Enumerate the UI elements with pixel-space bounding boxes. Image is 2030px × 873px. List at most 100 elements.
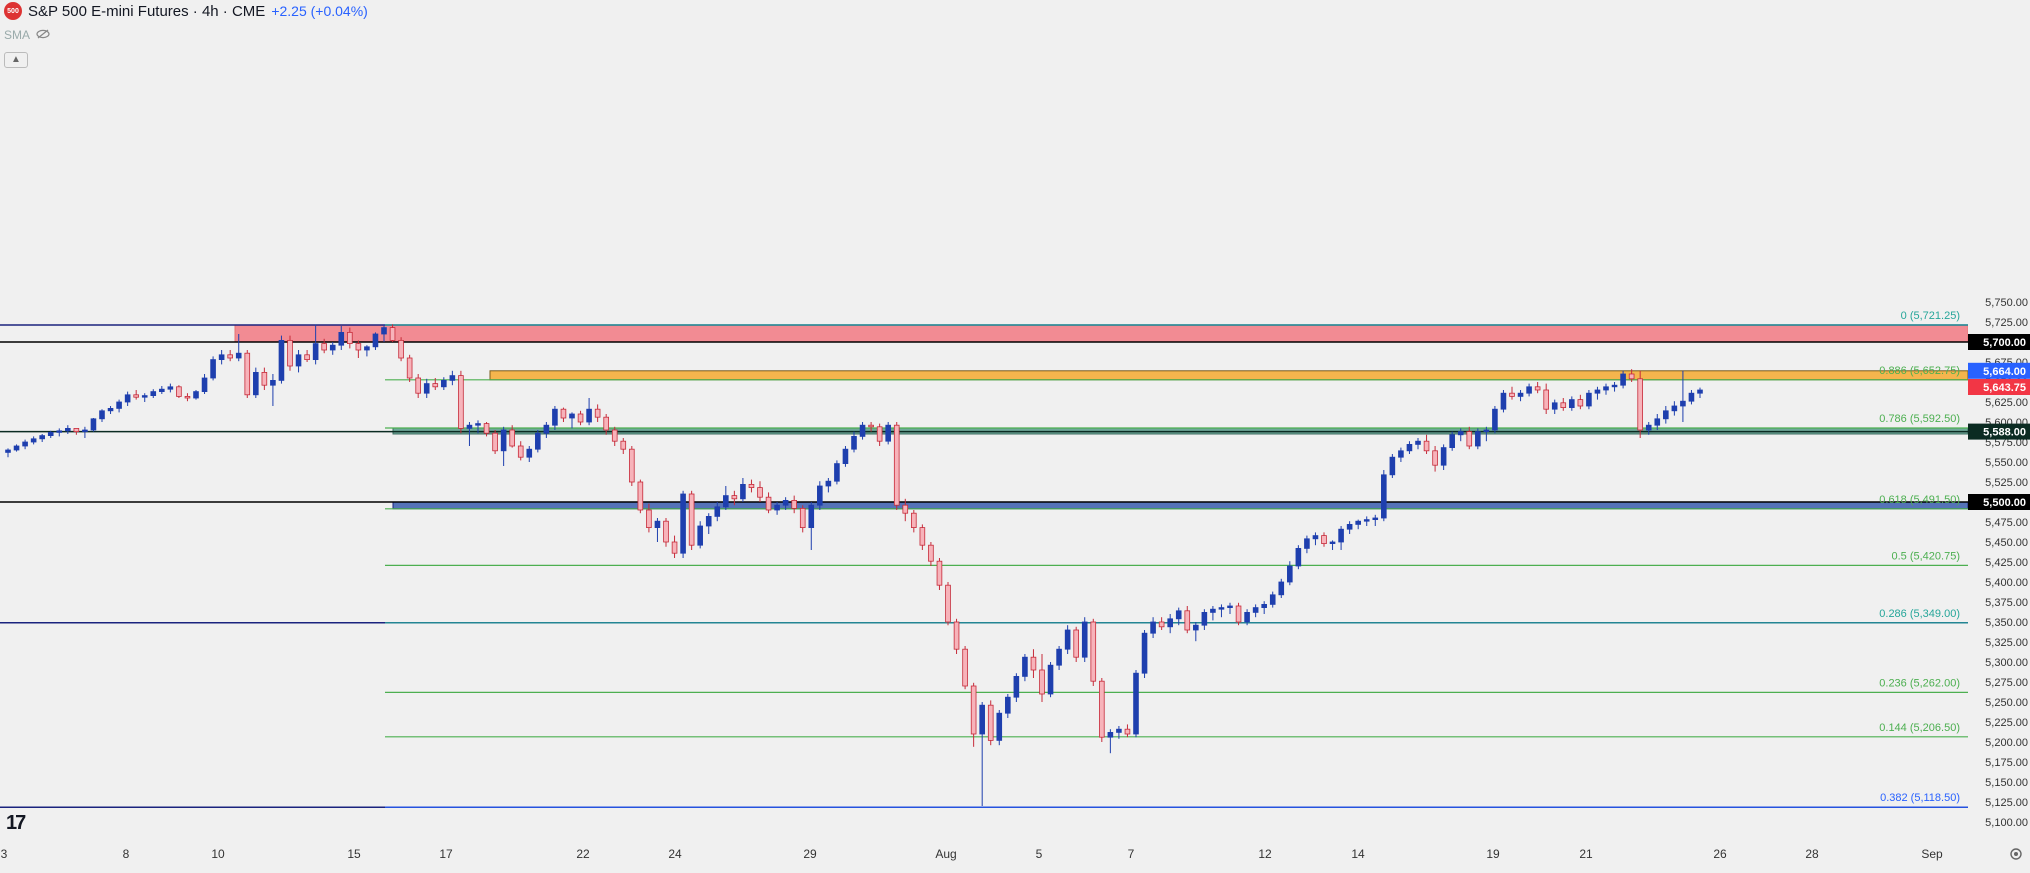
candle-body — [1005, 696, 1011, 714]
candle — [500, 426, 507, 466]
candle-body — [500, 429, 507, 452]
symbol-title[interactable]: S&P 500 E-mini Futures · 4h · CME — [28, 3, 265, 20]
candle-body — [1193, 624, 1199, 631]
indicator-name[interactable]: SMA — [4, 28, 30, 42]
fib-level-label: 0.886 (5,652.75) — [1879, 365, 1960, 377]
candle — [876, 423, 883, 446]
candle — [1073, 626, 1079, 662]
price-tick-label: 5,625.00 — [1985, 397, 2028, 409]
candle-body — [1022, 656, 1028, 677]
candle — [1252, 604, 1259, 618]
candle — [1039, 654, 1045, 702]
candle-body — [535, 432, 541, 450]
candle-body — [1150, 621, 1156, 634]
candle — [1158, 617, 1165, 630]
candle-body — [1064, 629, 1071, 650]
time-tick-label: 24 — [668, 847, 682, 861]
price-tick-label: 5,300.00 — [1985, 657, 2028, 669]
candle-body — [663, 520, 669, 543]
candle — [1671, 401, 1678, 416]
candle-body — [1312, 535, 1319, 540]
candle-body — [526, 448, 533, 458]
candle-body — [996, 712, 1003, 741]
candle — [1363, 516, 1370, 526]
candle — [218, 350, 225, 365]
time-axis[interactable]: 3 8 10 15 17 22 24 29 Aug 5 7 12 14 19 21 26 28 Sep — [0, 840, 1968, 868]
tradingview-logo-icon[interactable]: 17 — [6, 812, 26, 835]
candle — [355, 340, 362, 358]
candle-body — [82, 429, 88, 432]
candle — [1577, 394, 1584, 410]
candle-body — [133, 394, 139, 398]
candle-body — [1056, 648, 1062, 666]
candle-body — [1457, 431, 1464, 436]
candle — [791, 495, 797, 514]
price-chart[interactable]: 0 (5,721.25) 0.886 (5,652.75) 0.786 (5,592… — [0, 0, 1968, 840]
candle-body — [979, 704, 985, 735]
candle — [885, 422, 891, 445]
candle-body — [552, 408, 558, 426]
price-tick-label: 5,175.00 — [1985, 757, 2028, 769]
candle — [1269, 591, 1276, 608]
candle-body — [475, 423, 481, 426]
candle-body — [304, 354, 310, 360]
collapse-legend-button[interactable]: ▲ — [4, 52, 28, 68]
candle — [210, 356, 216, 381]
candle — [1193, 622, 1199, 642]
price-tick-label: 5,425.00 — [1985, 557, 2028, 569]
price-tick-label: 5,400.00 — [1985, 577, 2028, 589]
time-tick-label: 3 — [1, 847, 8, 861]
candle — [1329, 540, 1336, 550]
horizontal-lines — [0, 324, 1968, 808]
candle — [449, 370, 456, 386]
candle-body — [210, 359, 216, 379]
candle — [1081, 617, 1088, 662]
candle — [30, 436, 37, 445]
candle-body — [159, 388, 165, 393]
fibonacci-retracement — [385, 324, 1968, 808]
candle — [979, 702, 985, 806]
candle-body — [748, 483, 755, 488]
candle — [13, 444, 20, 452]
candle-body — [1081, 621, 1088, 658]
candle — [1560, 398, 1567, 411]
candle-body — [629, 448, 635, 483]
candle — [859, 422, 866, 440]
candle-body — [885, 424, 891, 442]
candle — [945, 582, 951, 626]
candle — [757, 481, 763, 502]
candle-body — [560, 408, 567, 419]
candle-body — [287, 339, 293, 367]
candle — [1534, 382, 1541, 394]
candle — [1688, 390, 1695, 405]
candle — [1346, 521, 1353, 534]
candle-body — [902, 504, 909, 514]
price-axis[interactable]: 5,100.00 5,125.00 5,150.00 5,175.00 5,200.00… — [1968, 0, 2030, 840]
price-tag-label: 5,664.00 — [1983, 366, 2026, 378]
hidden-eye-icon[interactable] — [36, 28, 50, 42]
candle-body — [637, 481, 644, 511]
candle-body — [1235, 605, 1242, 623]
candle-body — [347, 331, 353, 344]
price-tag: 5,643.75 — [1968, 379, 2030, 395]
candle — [594, 404, 601, 422]
candle — [406, 354, 413, 382]
candle-body — [1560, 402, 1567, 408]
candle-body — [1389, 456, 1396, 476]
price-tick-label: 5,275.00 — [1985, 677, 2028, 689]
candle — [654, 518, 661, 542]
candle — [1022, 654, 1028, 682]
candle — [1526, 383, 1532, 397]
candle — [1440, 444, 1447, 470]
candle-body — [1569, 399, 1575, 409]
candle-body — [808, 504, 815, 529]
candle — [1492, 406, 1498, 434]
fibonacci-labels: 0 (5,721.25) 0.886 (5,652.75) 0.786 (5,592… — [1879, 310, 1960, 804]
candle-body — [774, 504, 780, 511]
candle — [842, 446, 849, 467]
indicator-row[interactable]: SMA — [4, 28, 50, 42]
candle-body — [107, 407, 114, 412]
time-tick-label: 29 — [803, 847, 817, 861]
candle-body — [859, 424, 866, 437]
price-tick-label: 5,550.00 — [1985, 457, 2028, 469]
